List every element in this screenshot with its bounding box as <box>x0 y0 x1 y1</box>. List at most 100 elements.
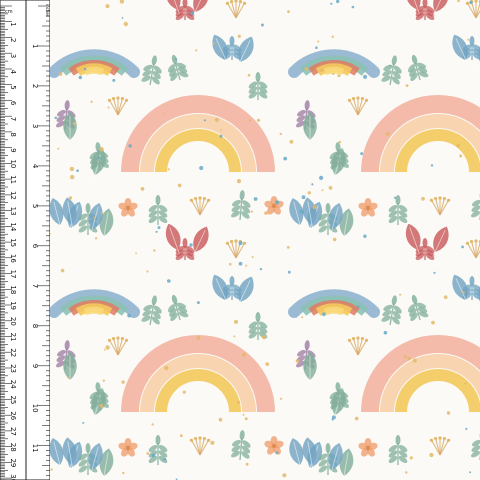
gold-dot <box>459 154 463 158</box>
gold-dot <box>409 456 413 460</box>
gold-dot <box>403 355 407 359</box>
gold-dot <box>57 147 60 150</box>
blue-dot <box>360 152 364 156</box>
gold-dot <box>320 68 324 72</box>
gold-dot <box>182 390 186 394</box>
blue-dot <box>127 313 131 318</box>
gold-dot <box>162 112 165 115</box>
blue-dot <box>469 471 472 474</box>
gold-dot <box>218 417 223 422</box>
inch-label: 7 <box>31 284 39 288</box>
cm-label: 3 <box>9 54 17 58</box>
gold-dot <box>304 67 308 71</box>
gold-dot <box>146 452 150 455</box>
blue-dot <box>174 58 178 61</box>
gold-dot <box>431 320 435 325</box>
gold-dot <box>443 295 448 300</box>
gold-dot <box>94 237 98 240</box>
gold-dot <box>244 417 248 421</box>
gold-dot <box>467 38 470 41</box>
blue-rainbow <box>288 289 380 318</box>
cm-label: 6 <box>9 101 17 106</box>
cm-label: 18 <box>9 285 17 294</box>
blue-dot <box>433 271 436 274</box>
blue-dot <box>461 245 464 249</box>
watercolor-rainbow-pattern <box>0 0 480 480</box>
gold-dot <box>223 106 226 108</box>
blue-dot <box>393 196 397 199</box>
blue-dot <box>219 134 223 138</box>
gold-dot <box>261 335 267 340</box>
blue-dot <box>196 301 200 305</box>
inch-label: 6 <box>31 244 39 249</box>
gold-dot <box>210 440 215 445</box>
blue-dot <box>260 23 264 27</box>
gold-dot <box>105 4 110 9</box>
gold-dot <box>312 205 317 210</box>
gold-dot <box>265 362 270 366</box>
gold-dot <box>462 291 465 294</box>
gold-dot <box>50 468 53 471</box>
blue-dot <box>97 156 100 159</box>
cm-label: 30 <box>9 474 17 480</box>
gold-dot <box>354 416 359 421</box>
gold-dot <box>107 106 110 109</box>
blue-dot <box>330 2 333 5</box>
gold-dot <box>317 40 320 43</box>
cm-label: 10 <box>9 159 17 168</box>
gold-dot <box>233 335 236 338</box>
blue-dot <box>121 17 124 19</box>
gold-dot <box>287 10 290 14</box>
blue-dot <box>465 427 468 430</box>
blue-dot <box>315 46 318 49</box>
gold-dot <box>385 131 390 136</box>
blue-dot <box>76 169 79 172</box>
blue-dot <box>363 74 368 79</box>
cm-label: 20 <box>9 317 17 326</box>
inch-label: 1 <box>31 44 39 48</box>
gold-dot <box>103 348 106 351</box>
gold-dot <box>421 196 425 201</box>
cm-label: 27 <box>9 427 17 436</box>
gold-dot <box>177 183 182 188</box>
gold-dot <box>58 72 63 76</box>
blue-dot <box>363 234 367 238</box>
blue-dot <box>430 164 434 167</box>
blue-dot <box>311 183 314 186</box>
blue-dot <box>275 451 279 455</box>
inch-label: 2 <box>31 84 39 88</box>
cm-label: 9 <box>9 148 17 152</box>
blue-dot <box>54 116 58 120</box>
blue-dot <box>301 195 306 200</box>
gold-dot <box>90 100 93 103</box>
gold-dot <box>405 84 409 87</box>
blue-dot <box>283 156 288 161</box>
ruler-corner-inch-label: inches <box>45 4 50 17</box>
gold-dot <box>123 21 128 27</box>
inch-label: 4 <box>31 164 39 169</box>
gold-dot <box>251 256 254 259</box>
inch-label: 11 <box>31 444 39 453</box>
gold-dot <box>135 252 138 255</box>
ruler-corner-cm-label: cm <box>5 9 13 15</box>
gold-dot <box>195 49 198 52</box>
blue-dot <box>259 268 263 271</box>
gold-dot <box>464 382 467 385</box>
cm-label: 15 <box>9 238 17 247</box>
blue-dot <box>190 11 195 16</box>
cm-label: 22 <box>9 348 17 357</box>
blue-dot <box>82 421 85 424</box>
blue-rainbow <box>48 289 140 318</box>
blue-dot <box>189 243 193 247</box>
gold-dot <box>405 471 408 474</box>
blue-rainbow <box>48 49 140 78</box>
blue-dot <box>383 330 388 335</box>
blue-dot <box>238 241 243 246</box>
blue-dot <box>287 270 291 274</box>
cm-label: 4 <box>9 70 17 75</box>
gold-dot <box>295 359 300 363</box>
gold-dot <box>214 117 219 122</box>
blue-dot <box>319 175 324 180</box>
gold-dot <box>196 335 201 340</box>
gold-dot <box>153 249 156 252</box>
